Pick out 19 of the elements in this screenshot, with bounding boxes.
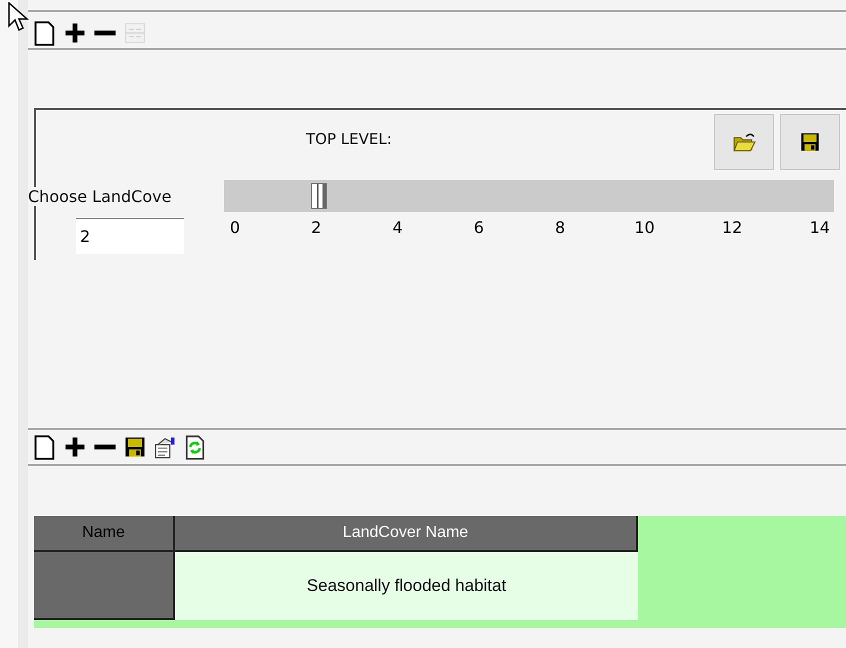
tick-label: 0 — [228, 218, 242, 237]
cursor-icon — [8, 2, 30, 32]
open-button[interactable] — [714, 114, 774, 170]
tick-label: 6 — [472, 218, 485, 237]
column-header[interactable]: LandCover Name — [175, 516, 638, 552]
tick-label: 12 — [722, 218, 742, 237]
slider-track[interactable] — [224, 180, 834, 212]
tick-label: 8 — [554, 218, 566, 237]
row-header[interactable] — [34, 552, 175, 620]
group-title: TOP LEVEL: — [306, 130, 392, 150]
tick-label: 2 — [310, 218, 322, 237]
slider-thumb[interactable] — [311, 183, 328, 209]
tick-label: 4 — [391, 218, 404, 237]
tick-label: 10 — [634, 218, 655, 237]
save-button[interactable] — [780, 114, 840, 170]
tick-label: 14 — [810, 218, 830, 237]
table-cell: Seasonally flooded habitat — [175, 552, 638, 620]
value-field[interactable]: 2 — [76, 218, 184, 254]
column-header[interactable]: Name — [34, 516, 175, 552]
